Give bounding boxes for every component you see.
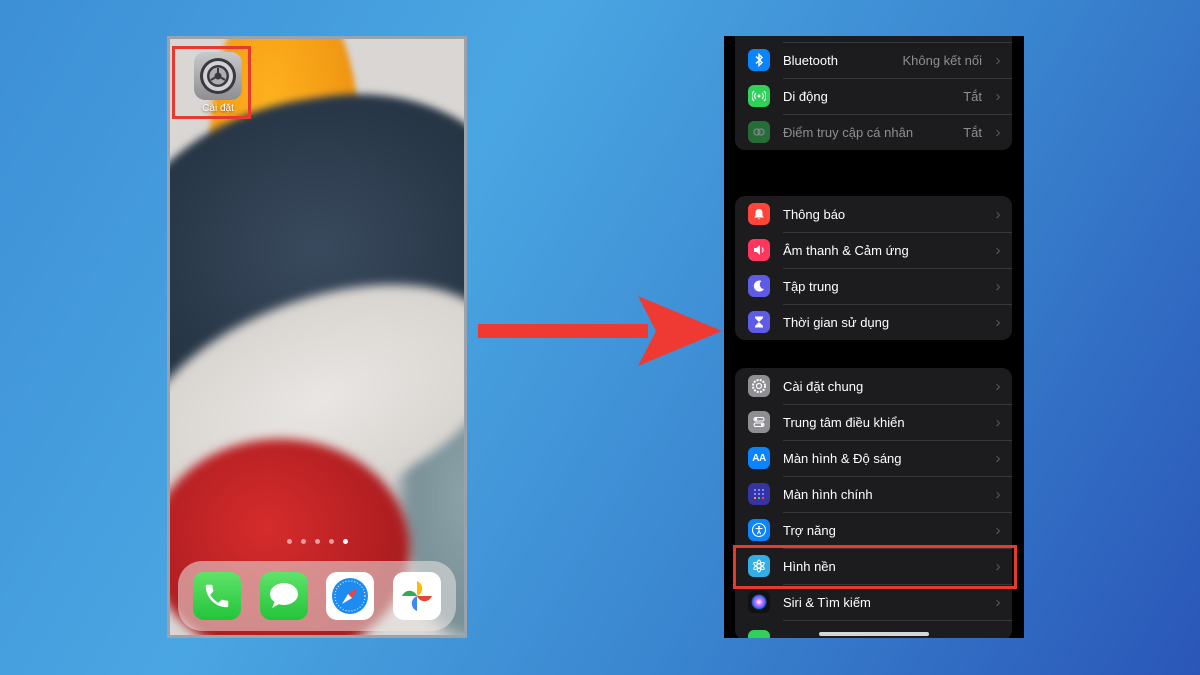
settings-row-home-screen[interactable]: Màn hình chính › xyxy=(735,476,1012,512)
settings-row-focus[interactable]: Tập trung › xyxy=(735,268,1012,304)
chevron-right-icon: › xyxy=(995,449,1001,467)
settings-row-label: Trợ năng xyxy=(783,522,836,538)
focus-moon-icon xyxy=(748,275,770,297)
bluetooth-icon xyxy=(748,49,770,71)
settings-row-hotspot[interactable]: Điểm truy cập cá nhân Tắt › xyxy=(735,114,1012,150)
page-dot xyxy=(286,539,292,544)
screen-time-icon xyxy=(748,311,770,333)
settings-row-label: Thời gian sử dụng xyxy=(783,314,890,330)
settings-row-label: Cài đặt chung xyxy=(783,378,864,394)
safari-icon[interactable] xyxy=(326,572,375,620)
settings-row-display[interactable]: AA Màn hình & Độ sáng › xyxy=(735,440,1012,476)
settings-row-label: Màn hình & Độ sáng xyxy=(783,450,902,466)
settings-row-label: Tập trung xyxy=(783,278,839,294)
page-dot xyxy=(300,539,306,544)
photos-icon[interactable] xyxy=(392,572,441,620)
settings-group-general: Cài đặt chung › Trung tâm điều khiển › A… xyxy=(735,368,1012,638)
chevron-right-icon: › xyxy=(995,377,1001,395)
sound-icon xyxy=(748,239,770,261)
settings-row-label: Trung tâm điều khiển xyxy=(783,414,905,430)
gear-icon xyxy=(748,375,770,397)
page-dot xyxy=(314,539,320,544)
control-center-icon xyxy=(748,411,770,433)
chevron-right-icon: › xyxy=(995,313,1001,331)
settings-row-label: Bluetooth xyxy=(783,52,838,68)
settings-row-label: Di động xyxy=(783,88,828,104)
chevron-right-icon: › xyxy=(995,521,1001,539)
settings-group-notifications: Thông báo › Âm thanh & Cảm ứng › Tập tru… xyxy=(735,196,1012,340)
chevron-right-icon: › xyxy=(995,123,1001,141)
settings-row-bluetooth[interactable]: Bluetooth Không kết nối › xyxy=(735,42,1012,78)
settings-row-notifications[interactable]: Thông báo › xyxy=(735,196,1012,232)
settings-row-cellular[interactable]: Di động Tắt › xyxy=(735,78,1012,114)
settings-row-label: Siri & Tìm kiếm xyxy=(783,594,871,610)
chevron-right-icon: › xyxy=(995,205,1001,223)
chevron-right-icon: › xyxy=(995,593,1001,611)
settings-app-highlight xyxy=(172,46,251,119)
settings-row-value: Tắt xyxy=(963,88,982,104)
chevron-right-icon: › xyxy=(995,241,1001,259)
hotspot-icon xyxy=(748,121,770,143)
page-dot xyxy=(328,539,334,544)
dock xyxy=(178,561,456,631)
phone-icon[interactable] xyxy=(193,572,242,620)
arrow-right-icon xyxy=(478,296,722,366)
settings-group-connectivity: Bluetooth Không kết nối › Di động Tắt › … xyxy=(735,36,1012,150)
page-dot-active xyxy=(342,539,348,544)
home-screen-icon xyxy=(748,483,770,505)
settings-row-accessibility[interactable]: Trợ năng › xyxy=(735,512,1012,548)
chevron-right-icon: › xyxy=(995,485,1001,503)
siri-icon xyxy=(748,591,770,613)
settings-row-label: Màn hình chính xyxy=(783,486,873,502)
chevron-right-icon: › xyxy=(995,87,1001,105)
settings-row-control-center[interactable]: Trung tâm điều khiển › xyxy=(735,404,1012,440)
home-screen: Cài đặt xyxy=(167,36,467,638)
messages-icon[interactable] xyxy=(259,572,308,620)
page-indicator[interactable] xyxy=(170,539,464,544)
settings-row-general[interactable]: Cài đặt chung › xyxy=(735,368,1012,404)
cellular-icon xyxy=(748,85,770,107)
chevron-right-icon: › xyxy=(995,413,1001,431)
chevron-right-icon: › xyxy=(995,51,1001,69)
notifications-icon xyxy=(748,203,770,225)
settings-row-value: Tắt xyxy=(963,124,982,140)
wallpaper-row-highlight xyxy=(733,545,1017,589)
display-brightness-icon: AA xyxy=(748,447,770,469)
settings-row-sounds[interactable]: Âm thanh & Cảm ứng › xyxy=(735,232,1012,268)
accessibility-icon xyxy=(748,519,770,541)
partial-icon xyxy=(748,630,770,638)
settings-row-label: Âm thanh & Cảm ứng xyxy=(783,242,909,258)
settings-row-value: Không kết nối xyxy=(902,52,982,68)
chevron-right-icon: › xyxy=(995,277,1001,295)
settings-row-screen-time[interactable]: Thời gian sử dụng › xyxy=(735,304,1012,340)
home-indicator xyxy=(819,632,929,636)
settings-row-siri[interactable]: Siri & Tìm kiếm › xyxy=(735,584,1012,620)
settings-row-label: Thông báo xyxy=(783,206,846,222)
settings-row-label: Điểm truy cập cá nhân xyxy=(783,124,914,140)
